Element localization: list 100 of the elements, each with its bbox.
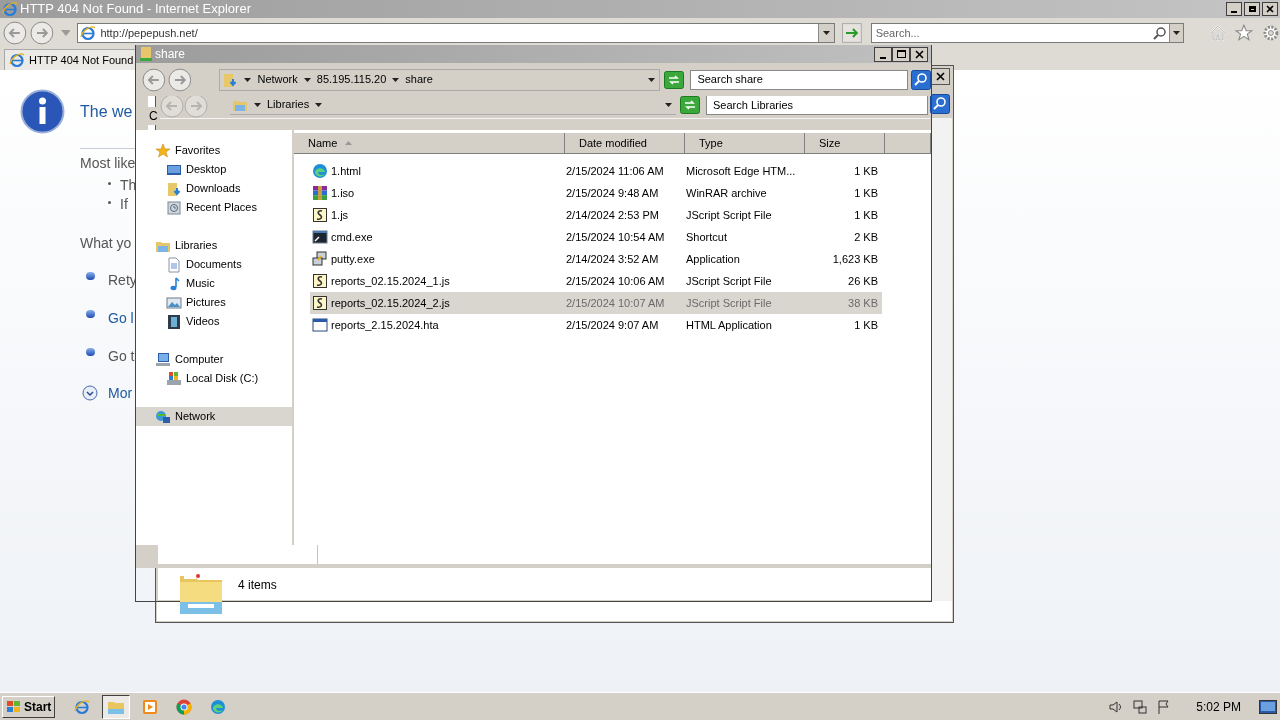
nav-item[interactable]: Downloads [136, 179, 292, 198]
restore-button[interactable] [1244, 2, 1260, 16]
forward-button[interactable] [29, 21, 54, 45]
nav-item[interactable]: Desktop [136, 160, 292, 179]
star-icon [155, 142, 171, 159]
caret-icon [648, 77, 656, 82]
edge-icon [312, 163, 328, 179]
network-icon[interactable] [1132, 698, 1149, 715]
file-type: Microsoft Edge HTM... [686, 163, 797, 179]
search-icon[interactable] [1152, 26, 1167, 40]
go-button[interactable] [841, 23, 862, 43]
file-row[interactable]: 1.html 2/15/2024 11:06 AM Microsoft Edge HTM... 1 KB [310, 160, 882, 182]
file-size: 1 KB [853, 207, 878, 223]
file-name: reports_2.15.2024.hta [331, 317, 439, 333]
info-icon [20, 89, 65, 134]
close-button[interactable] [1262, 2, 1278, 16]
file-row[interactable]: reports_02.15.2024_2.js 2/15/2024 10:07 AM JScript Script File 38 KB [310, 292, 882, 314]
forward-button[interactable] [167, 67, 192, 92]
file-row[interactable]: 1.iso 2/15/2024 9:48 AM WinRAR archive 1 KB [310, 182, 882, 204]
file-row[interactable]: cmd.exe 2/15/2024 10:54 AM Shortcut 2 KB [310, 226, 882, 248]
bullet-icon [108, 201, 111, 204]
breadcrumb-item[interactable]: 85.195.115.20 [316, 71, 387, 88]
caret-icon [665, 102, 672, 107]
page-text: Most like [80, 154, 136, 173]
search-button[interactable] [930, 94, 950, 114]
address-field[interactable]: http://pepepush.net/ [77, 23, 835, 43]
search-field[interactable]: Search Libraries [706, 95, 928, 115]
file-size: 26 KB [847, 273, 878, 289]
folder-download-icon [222, 71, 239, 88]
maximize-button[interactable] [892, 46, 910, 62]
window-title: HTTP 404 Not Found - Internet Explorer [20, 0, 251, 19]
nav-item[interactable]: Local Disk (C:) [136, 369, 292, 388]
file-row[interactable]: putty.exe 2/14/2024 3:52 AM Application 1,623 KB [310, 248, 882, 270]
page-text: Th [120, 176, 137, 195]
file-row[interactable]: reports_02.15.2024_1.js 2/15/2024 10:06 AM JScript Script File 26 KB [310, 270, 882, 292]
dropdown-button[interactable] [817, 24, 834, 42]
breadcrumb-item[interactable]: share [405, 71, 433, 88]
taskbar-app[interactable] [102, 694, 131, 719]
minimize-button[interactable] [1226, 2, 1242, 16]
file-type: WinRAR archive [686, 185, 768, 201]
caret-icon [303, 77, 311, 82]
nav-item[interactable]: Music [136, 274, 292, 293]
back-button[interactable] [3, 21, 27, 45]
star-icon[interactable] [1235, 24, 1254, 42]
ie-icon [80, 25, 97, 41]
search-button[interactable] [911, 69, 931, 90]
nav-item[interactable]: Network [136, 407, 292, 426]
minimize-button[interactable] [874, 46, 892, 62]
refresh-button[interactable] [680, 96, 700, 114]
page-link[interactable]: Mor [108, 383, 133, 404]
file-type: Application [686, 251, 741, 267]
nav-item[interactable]: Favorites [136, 141, 292, 160]
file-date: 2/15/2024 9:07 AM [566, 317, 660, 333]
file-row[interactable]: 1.js 2/14/2024 2:53 PM JScript Script File 1 KB [310, 204, 882, 226]
nav-item[interactable]: Pictures [136, 293, 292, 312]
toolbar-fragment: C [148, 107, 159, 125]
column-header[interactable]: Size [805, 133, 885, 154]
search-field[interactable]: Search... [870, 23, 1184, 43]
edge-icon [210, 698, 227, 715]
nav-item[interactable]: Libraries [136, 236, 292, 255]
column-header[interactable]: Type [685, 133, 805, 154]
nav-item[interactable]: Documents [136, 255, 292, 274]
page-text: If [120, 195, 128, 214]
clock[interactable]: 5:02 PM [1196, 697, 1241, 716]
file-type: JScript Script File [686, 207, 773, 223]
dropdown-button[interactable] [1168, 24, 1183, 42]
refresh-button[interactable] [664, 70, 685, 89]
column-header[interactable]: Date modified [565, 133, 685, 154]
address-field[interactable]: Network 85.195.115.20 share [219, 68, 661, 91]
drive-icon [166, 370, 182, 387]
breadcrumb-item[interactable]: Network [257, 71, 298, 88]
nav-item[interactable]: Videos [136, 312, 292, 331]
back-button[interactable] [142, 67, 166, 92]
console-icon [312, 229, 328, 245]
file-row[interactable]: reports_2.15.2024.hta 2/15/2024 9:07 AM HTML Application 1 KB [310, 314, 882, 336]
nav-item[interactable]: Recent Places [136, 198, 292, 217]
file-date: 2/15/2024 10:06 AM [566, 273, 666, 289]
file-size: 2 KB [853, 229, 878, 245]
search-field[interactable]: Search share [690, 69, 908, 90]
computers-icon [312, 251, 328, 267]
start-button[interactable]: Start [2, 695, 56, 718]
chevron-circle-icon[interactable] [82, 385, 98, 401]
nav-item[interactable]: Computer [136, 350, 292, 369]
computer-icon [155, 351, 171, 368]
file-size: 1 KB [853, 185, 878, 201]
script-icon [312, 295, 328, 311]
file-type: HTML Application [686, 317, 773, 333]
globe-monitor-icon [155, 408, 171, 425]
window-title: share [155, 46, 186, 63]
page-link[interactable]: Go l [108, 308, 134, 329]
column-header[interactable]: Name [294, 133, 565, 154]
clock-folder-icon [166, 199, 182, 216]
close-button[interactable] [910, 46, 928, 62]
ie-icon [74, 698, 91, 715]
bullet-icon [86, 272, 95, 280]
settings-icon[interactable] [1262, 24, 1280, 42]
show-desktop-button[interactable] [1259, 699, 1277, 714]
file-name: cmd.exe [331, 229, 373, 245]
document-icon [166, 256, 182, 273]
caret-icon [254, 102, 261, 107]
